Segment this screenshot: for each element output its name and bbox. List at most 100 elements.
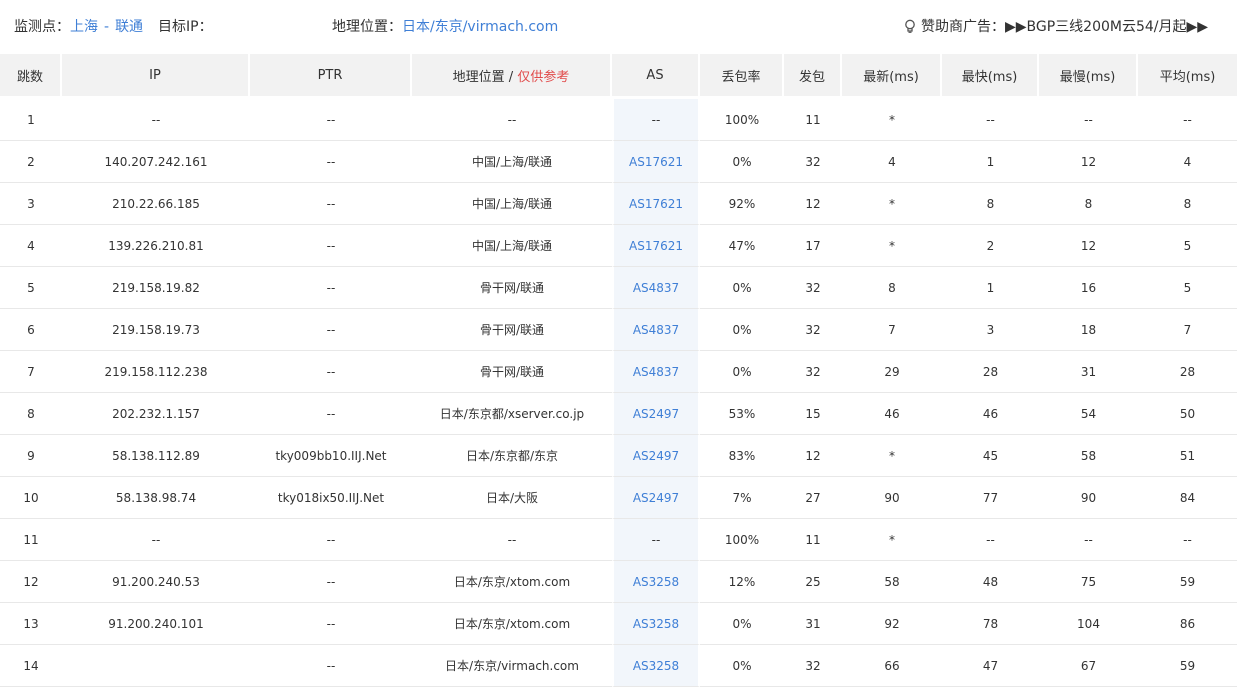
cell-worst: 16 <box>1039 267 1138 309</box>
cell-best: 45 <box>942 435 1039 477</box>
cell-avg: 59 <box>1138 561 1237 603</box>
table-header-row: 跳数 IP PTR 地理位置 / 仅供参考 AS 丢包率 发包 最新(ms) 最… <box>0 54 1237 99</box>
cell-ip: 91.200.240.53 <box>62 561 250 603</box>
col-loss: 丢包率 <box>700 54 784 99</box>
as-link[interactable]: AS2497 <box>633 407 679 421</box>
cell-loss: 0% <box>700 141 784 183</box>
as-link[interactable]: AS3258 <box>633 575 679 589</box>
target-ip: 目标IP： <box>158 16 213 36</box>
cell-worst: 8 <box>1039 183 1138 225</box>
cell-best: 1 <box>942 267 1039 309</box>
cell-geo: 日本/东京都/东京 <box>412 435 612 477</box>
cell-sent: 32 <box>784 645 842 687</box>
cell-ip: -- <box>62 519 250 561</box>
cell-loss: 12% <box>700 561 784 603</box>
monitor-label: 监测点： <box>14 19 70 35</box>
cell-ip: -- <box>62 99 250 141</box>
cell-as: AS2497 <box>612 393 700 435</box>
cell-loss: 0% <box>700 645 784 687</box>
col-as: AS <box>612 54 700 99</box>
cell-sent: 25 <box>784 561 842 603</box>
table-row: 7 219.158.112.238 -- 骨干网/联通 AS4837 0% 32 29 28 31… <box>0 351 1237 393</box>
cell-hop: 11 <box>0 519 62 561</box>
cell-avg: 51 <box>1138 435 1237 477</box>
as-value: -- <box>651 532 661 547</box>
cell-loss: 0% <box>700 351 784 393</box>
traceroute-table: 跳数 IP PTR 地理位置 / 仅供参考 AS 丢包率 发包 最新(ms) 最… <box>0 54 1237 687</box>
table-row: 5 219.158.19.82 -- 骨干网/联通 AS4837 0% 32 8 1 16 5 <box>0 267 1237 309</box>
cell-ip: 202.232.1.157 <box>62 393 250 435</box>
monitor-isp-link[interactable]: 联通 <box>115 19 143 35</box>
as-link[interactable]: AS4837 <box>633 323 679 337</box>
as-link[interactable]: AS4837 <box>633 365 679 379</box>
col-geo-hint: 仅供参考 <box>517 69 570 85</box>
cell-loss: 53% <box>700 393 784 435</box>
as-link[interactable]: AS4837 <box>633 281 679 295</box>
as-link[interactable]: AS2497 <box>633 491 679 505</box>
cell-ptr: -- <box>250 603 412 645</box>
as-link[interactable]: AS17621 <box>629 197 683 211</box>
cell-ip: 219.158.19.73 <box>62 309 250 351</box>
col-avg: 平均(ms) <box>1138 54 1237 99</box>
cell-sent: 12 <box>784 183 842 225</box>
cell-hop: 2 <box>0 141 62 183</box>
as-link[interactable]: AS17621 <box>629 155 683 169</box>
cell-last: * <box>842 519 942 561</box>
table-row: 2 140.207.242.161 -- 中国/上海/联通 AS17621 0% 32 4 1 1… <box>0 141 1237 183</box>
cell-as: AS4837 <box>612 267 700 309</box>
cell-hop: 10 <box>0 477 62 519</box>
monitor-city-link[interactable]: 上海 <box>70 19 98 35</box>
cell-ip: 219.158.112.238 <box>62 351 250 393</box>
cell-worst: 58 <box>1039 435 1138 477</box>
cell-as: AS17621 <box>612 225 700 267</box>
cell-ptr: -- <box>250 225 412 267</box>
cell-as: AS17621 <box>612 141 700 183</box>
cell-loss: 100% <box>700 99 784 141</box>
cell-best: 47 <box>942 645 1039 687</box>
cell-as: AS4837 <box>612 309 700 351</box>
col-geo-label: 地理位置 / <box>452 69 518 85</box>
col-worst: 最慢(ms) <box>1039 54 1138 99</box>
monitor-separator: - <box>104 19 110 35</box>
as-link[interactable]: AS3258 <box>633 617 679 631</box>
cell-sent: 12 <box>784 435 842 477</box>
cell-worst: 12 <box>1039 141 1138 183</box>
cell-ptr: -- <box>250 183 412 225</box>
cell-last: 90 <box>842 477 942 519</box>
cell-sent: 27 <box>784 477 842 519</box>
cell-last: 29 <box>842 351 942 393</box>
cell-ptr: -- <box>250 393 412 435</box>
cell-sent: 32 <box>784 267 842 309</box>
cell-hop: 4 <box>0 225 62 267</box>
cell-ptr: -- <box>250 267 412 309</box>
as-link[interactable]: AS17621 <box>629 239 683 253</box>
table-body: 1 -- -- -- -- 100% 11 * -- -- -- 2 140.207.242.161 --… <box>0 99 1237 687</box>
cell-ip: 210.22.66.185 <box>62 183 250 225</box>
cell-as: AS3258 <box>612 603 700 645</box>
sponsor-ad-link[interactable]: ▶▶BGP三线200M云54/月起▶▶ <box>1005 19 1208 35</box>
cell-loss: 92% <box>700 183 784 225</box>
cell-ptr: -- <box>250 519 412 561</box>
cell-ptr: -- <box>250 141 412 183</box>
cell-geo: 日本/东京/xtom.com <box>412 603 612 645</box>
cell-last: * <box>842 99 942 141</box>
geo-value-link[interactable]: 日本/东京/virmach.com <box>402 19 558 35</box>
cell-ptr: tky018ix50.IIJ.Net <box>250 477 412 519</box>
cell-worst: -- <box>1039 99 1138 141</box>
cell-geo: 骨干网/联通 <box>412 309 612 351</box>
geo-location: 地理位置：日本/东京/virmach.com <box>332 16 558 36</box>
sponsor-ad[interactable]: 赞助商广告：▶▶BGP三线200M云54/月起▶▶ <box>903 16 1208 36</box>
lightbulb-icon <box>905 19 915 33</box>
cell-worst: 75 <box>1039 561 1138 603</box>
cell-best: 1 <box>942 141 1039 183</box>
as-link[interactable]: AS2497 <box>633 449 679 463</box>
cell-avg: 28 <box>1138 351 1237 393</box>
cell-avg: 5 <box>1138 267 1237 309</box>
cell-hop: 9 <box>0 435 62 477</box>
col-hop: 跳数 <box>0 54 62 99</box>
cell-best: 3 <box>942 309 1039 351</box>
cell-as: -- <box>612 99 700 141</box>
cell-loss: 0% <box>700 267 784 309</box>
cell-last: 58 <box>842 561 942 603</box>
as-link[interactable]: AS3258 <box>633 659 679 673</box>
